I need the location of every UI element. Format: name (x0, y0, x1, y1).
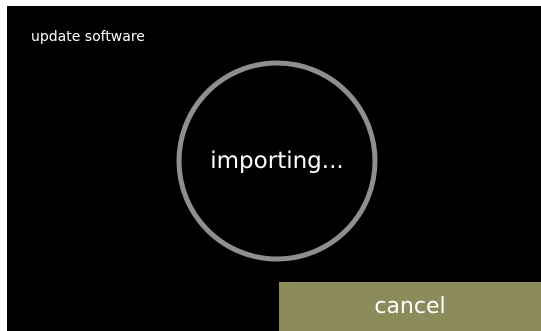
status-text: importing... (210, 148, 344, 174)
cancel-button[interactable]: cancel (279, 282, 541, 331)
update-software-screen: update software importing... cancel (7, 6, 541, 331)
screen-title: update software (31, 29, 145, 45)
